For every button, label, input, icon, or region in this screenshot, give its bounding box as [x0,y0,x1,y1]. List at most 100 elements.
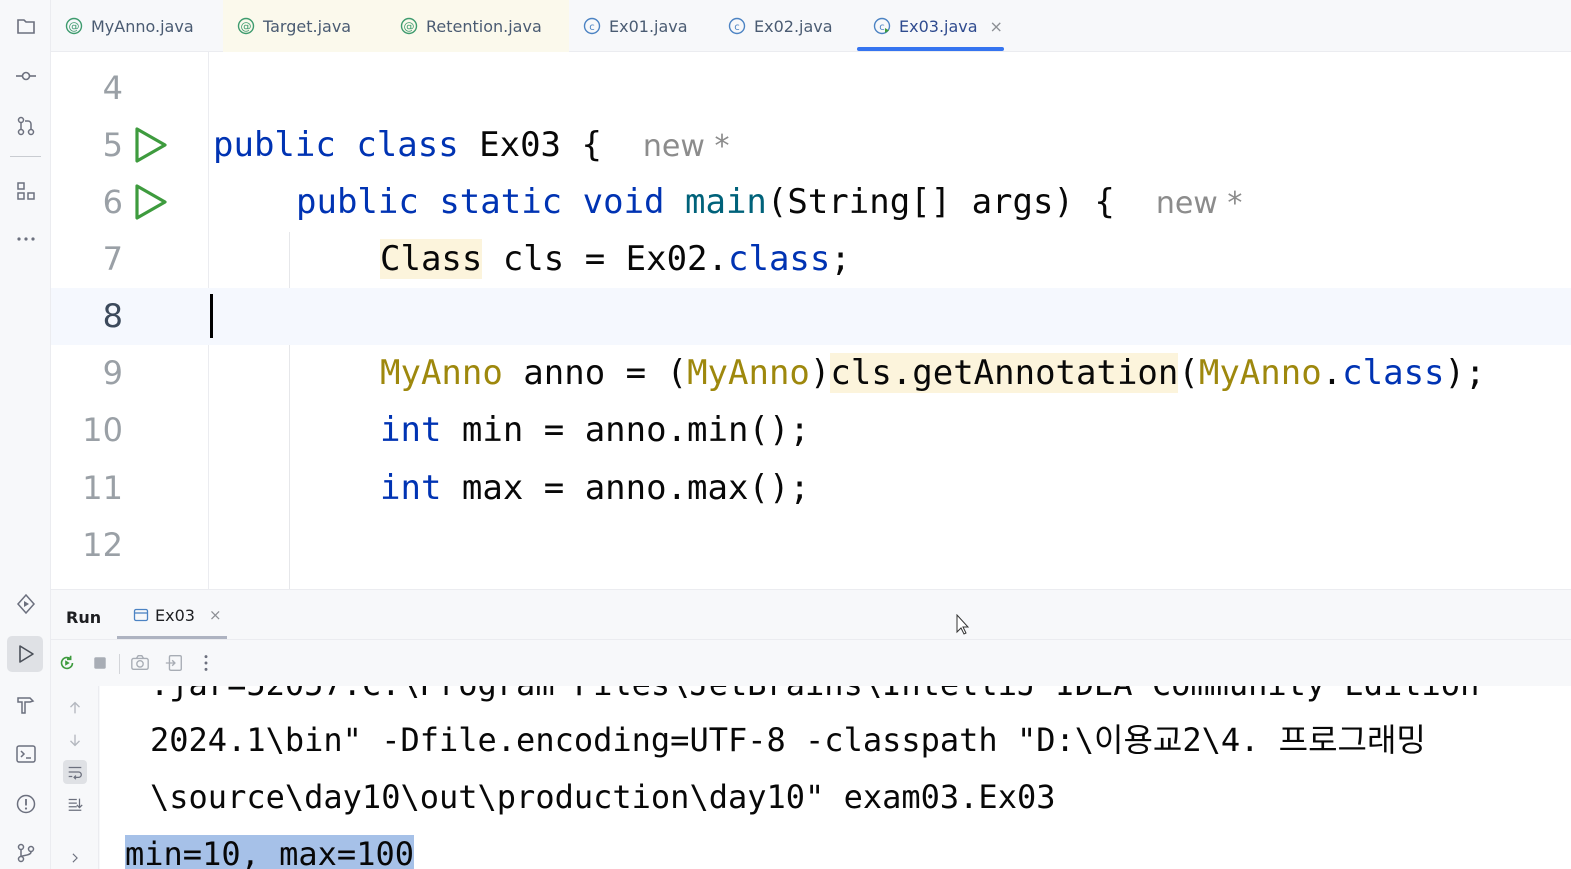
tab-retention[interactable]: @ Retention.java [386,0,569,52]
annotation-icon: @ [237,17,255,35]
code-text: int max = anno.max(); [380,460,810,517]
code-token: void [582,182,665,222]
code-token: anno = ( [502,353,688,393]
camera-icon[interactable] [129,652,151,674]
soft-wrap-icon[interactable] [63,760,87,784]
tab-ex03[interactable]: c Ex03.java × [859,0,1005,52]
code-token: MyAnno [380,353,503,393]
code-token: main [685,182,767,222]
code-token: Class [380,239,483,279]
selected-output: min=10, max=100 [125,835,414,869]
svg-text:@: @ [241,20,252,33]
code-token: class [356,125,459,165]
more-options-icon[interactable] [195,652,217,674]
rerun-icon[interactable] [56,652,78,674]
svg-text:c: c [589,22,595,33]
code-token: MyAnno [1198,353,1322,393]
code-token: int [380,410,442,450]
tab-target[interactable]: @ Target.java [223,0,386,52]
commit-icon[interactable] [13,63,39,89]
code-token: ); [1444,353,1486,393]
line-number: 8 [102,297,123,335]
console-output[interactable]: .jar=52057:C:\Program Files\JetBrains\In… [100,686,1571,869]
svg-text:@: @ [404,20,415,33]
code-line: 10 int min = anno.min(); [51,402,1571,459]
code-token: public [213,125,336,165]
svg-text:c: c [734,22,740,33]
code-line: 4 [51,60,1571,117]
code-line: 11 int max = anno.max(); [51,460,1571,517]
code-text: public class Ex03 { new * [213,117,729,175]
close-icon[interactable]: × [990,17,1003,36]
line-number: 10 [82,411,123,449]
chevron-right-icon[interactable] [63,846,87,869]
code-token: Ex03 { [458,125,643,165]
project-folder-icon[interactable] [13,13,39,39]
console-line: 2024.1\bin" -Dfile.encoding=UTF-8 -class… [150,721,1426,759]
line-number: 11 [82,469,123,507]
stop-icon[interactable] [89,652,111,674]
tab-ex01[interactable]: c Ex01.java [569,0,714,52]
terminal-icon[interactable] [13,741,39,767]
console-side-toolbar [51,686,99,869]
run-tab-ex03[interactable]: Ex03 × [117,590,227,640]
run-toolbar [51,640,1571,686]
run-panel-header: Run Ex03 × [51,590,1571,640]
code-line: 12 [51,517,1571,574]
usage-hint[interactable]: new * [643,129,730,164]
run-tab-label: Ex03 [155,605,195,625]
tab-myanno[interactable]: @ MyAnno.java [51,0,223,52]
mouse-cursor-icon [956,614,970,635]
structure-icon[interactable] [13,178,39,204]
code-token: max = anno.max(); [441,468,810,508]
code-text: int min = anno.min(); [380,402,810,459]
code-token: ; [830,239,851,279]
run-gutter-icon[interactable] [133,127,169,163]
code-token: public [296,182,419,222]
class-icon: c [728,17,746,35]
annotation-icon: @ [65,17,83,35]
tab-label: Target.java [263,16,352,36]
problems-icon[interactable] [13,791,39,817]
exit-icon[interactable] [163,652,185,674]
pull-requests-icon[interactable] [13,113,39,139]
git-branch-icon[interactable] [13,840,39,866]
text-caret [210,294,213,338]
services-icon[interactable] [13,591,39,617]
line-number: 4 [102,69,123,107]
tab-label: Ex02.java [754,16,833,36]
code-token: MyAnno [687,353,810,393]
console-result-line: min=10, max=100 [125,826,414,869]
toolbar-divider [119,654,120,674]
line-number: 12 [82,526,123,564]
tab-ex02[interactable]: c Ex02.java [714,0,857,52]
code-editor[interactable]: 4 5 public class Ex03 { new * 6 public s… [51,52,1571,589]
run-gutter-icon[interactable] [133,184,169,220]
build-hammer-icon[interactable] [13,691,39,717]
code-line: 9 MyAnno anno = (MyAnno)cls.getAnnotatio… [51,345,1571,402]
run-panel-title: Run [66,608,102,627]
code-token: (String[] args) { [766,182,1156,222]
run-tool-icon[interactable] [7,636,43,672]
run-tab-indicator [117,636,227,639]
usage-hint[interactable]: new * [1156,186,1243,221]
code-line-current: 8 [51,288,1571,345]
more-tools-icon[interactable] [13,226,39,252]
left-tool-strip [0,0,51,869]
code-token: static [439,182,563,222]
tab-label: Ex01.java [609,16,688,36]
arrow-up-icon[interactable] [63,696,87,720]
scroll-to-end-icon[interactable] [63,792,87,816]
tab-label: MyAnno.java [91,16,194,36]
code-token: ) [809,353,831,393]
code-token: cls = Ex02. [482,239,728,279]
code-token: int [380,468,442,508]
arrow-down-icon[interactable] [63,728,87,752]
annotation-icon: @ [400,17,418,35]
code-token: class [1342,353,1445,393]
code-token: class [728,239,831,279]
close-icon[interactable]: × [209,606,222,624]
